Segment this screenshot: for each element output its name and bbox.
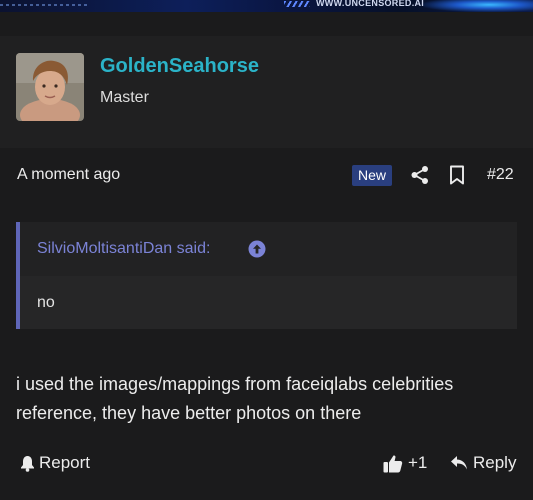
quote-text: no [37,294,55,311]
banner-decoration [0,4,90,6]
arrow-up-circle-icon[interactable] [248,240,266,258]
reply-label: Reply [473,453,517,472]
reply-button[interactable]: Reply [450,452,516,474]
post-author-block: GoldenSeahorse Master [0,36,533,148]
quote-block: SilvioMoltisantiDan said: no [16,222,517,329]
report-label: Report [39,453,91,472]
banner-site-text: WWW.UNCENSORED.AI [316,0,425,8]
banner-arrows-decoration [284,1,310,7]
avatar[interactable] [16,53,84,121]
new-badge: New [352,165,392,186]
share-icon[interactable] [410,165,430,185]
post-message: i used the images/mappings from faceiqla… [16,374,454,423]
like-button[interactable]: +1 [383,452,427,474]
report-button[interactable]: Report [20,452,90,474]
site-banner[interactable]: WWW.UNCENSORED.AI [0,0,533,12]
thumbs-up-icon [383,454,403,473]
author-username[interactable]: GoldenSeahorse [100,55,259,78]
banner-glow-decoration [423,0,533,12]
quote-author-link[interactable]: SilvioMoltisantiDan said: [37,240,210,258]
post-timestamp[interactable]: A moment ago [17,166,120,184]
bookmark-icon[interactable] [449,165,465,185]
bell-icon [20,455,35,472]
reply-icon [450,455,468,471]
quote-header: SilvioMoltisantiDan said: [20,222,517,276]
like-count: +1 [408,453,428,472]
author-title: Master [100,89,149,106]
post-number-link[interactable]: #22 [487,166,514,184]
